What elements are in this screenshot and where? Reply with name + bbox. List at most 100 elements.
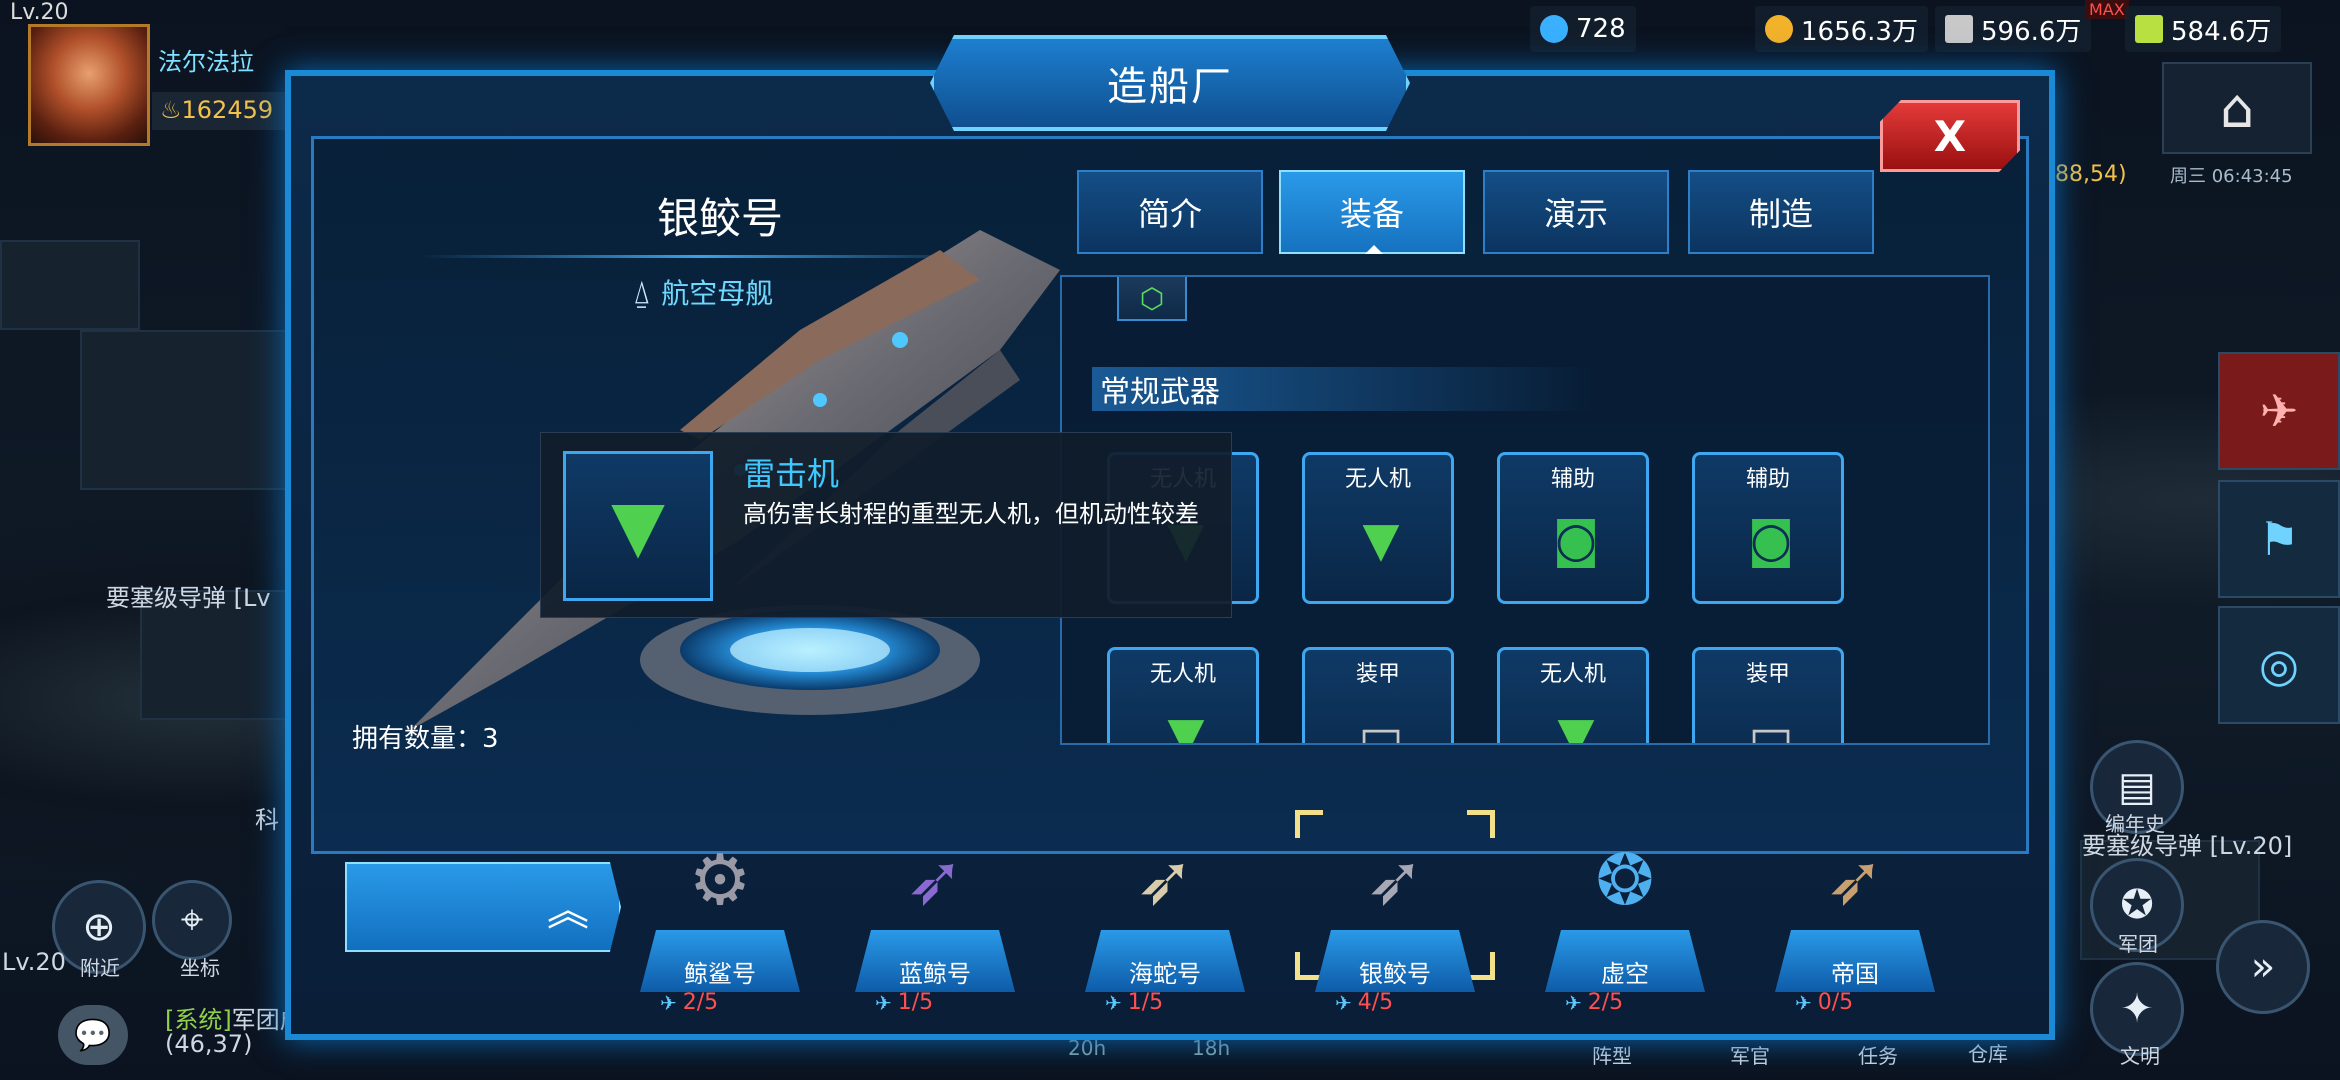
home-icon: ⌂: [2219, 76, 2255, 140]
auxiliary-module-icon: ◙: [1552, 512, 1600, 568]
tab-label: 制造: [1748, 195, 1813, 233]
slot-label: 辅助: [1745, 467, 1790, 492]
resource-value: 728: [1576, 14, 1626, 44]
ship-card[interactable]: ➶ 帝国 ✈ 0/5: [1765, 820, 1945, 1020]
warehouse-label: 仓库: [1968, 1042, 2008, 1066]
ship-card-count: ✈ 0/5: [1795, 990, 1854, 1015]
ship-icon: ✈: [2259, 384, 2299, 438]
coordinate-label: 坐标: [180, 956, 220, 980]
drone-icon: ▼: [1167, 707, 1205, 745]
equipment-slot[interactable]: 无人机 ▼: [1497, 647, 1649, 745]
chat-bubble-icon: 💬: [74, 1017, 112, 1053]
home-button[interactable]: ⌂: [2162, 62, 2312, 154]
ship-card-count: ✈ 1/5: [875, 990, 934, 1015]
ship-card-name: 海蛇号: [1129, 960, 1201, 988]
ship-thumbnail: ❂: [1595, 839, 1655, 921]
ship-card[interactable]: ➶ 海蛇号 ✈ 1/5: [1075, 820, 1255, 1020]
ship-card-name: 帝国: [1831, 960, 1879, 988]
metal-icon: [1945, 15, 1973, 43]
diamond-icon: [1540, 15, 1568, 43]
slot-label: 装甲: [1745, 662, 1790, 687]
magnifier-icon: ⊕: [82, 904, 116, 950]
ship-small-icon: ✈: [1105, 990, 1122, 1015]
player-level: Lv.20: [10, 0, 69, 25]
ship-card-name: 虚空: [1601, 960, 1649, 988]
flag-side-button[interactable]: ⚑: [2218, 480, 2340, 598]
close-icon: X: [1933, 111, 1967, 161]
resource-value: 596.6万: [1981, 16, 2082, 47]
item-tooltip: ▼ 雷击机 高伤害长射程的重型无人机，但机动性较差: [540, 432, 1232, 618]
drone-icon: ▼: [563, 451, 713, 601]
equipment-slot[interactable]: 无人机 ▼: [1107, 647, 1259, 745]
equipment-slot[interactable]: 装甲 ▭: [1302, 647, 1454, 743]
equipment-slot[interactable]: 辅助 ◙: [1497, 452, 1649, 604]
slot-label: 装甲: [1355, 662, 1400, 687]
legion-label: 军团: [2118, 932, 2158, 956]
ship-thumbnail: ➶: [1365, 839, 1425, 921]
resource-gold[interactable]: 1656.3万: [1755, 6, 1928, 52]
equipment-slot[interactable]: 辅助 ◙: [1692, 452, 1844, 604]
star-badge-icon: ✪: [2120, 882, 2154, 928]
tab-label: 装备: [1339, 195, 1404, 233]
armor-icon: ▭: [1748, 707, 1794, 745]
crystal-icon: [2135, 15, 2163, 43]
near-level: Lv.20: [2, 948, 66, 976]
history-label: 编年史: [2105, 812, 2165, 836]
slot-label: 辅助: [1550, 467, 1595, 492]
ship-card-count: ✈ 1/5: [1105, 990, 1164, 1015]
tab-demo[interactable]: 演示: [1483, 170, 1669, 254]
tooltip-description: 高伤害长射程的重型无人机，但机动性较差: [743, 500, 1199, 528]
ship-card-name: 银鲛号: [1359, 960, 1431, 988]
ship-small-icon: ✈: [1795, 990, 1812, 1015]
expand-list-button[interactable]: ︽: [345, 862, 621, 952]
game-clock: 周三 06:43:45: [2170, 166, 2293, 187]
task-label: 任务: [1858, 1044, 1898, 1068]
slot-label: 无人机: [1344, 467, 1411, 492]
tooltip-title: 雷击机: [743, 455, 840, 493]
max-badge: MAX: [2085, 0, 2129, 19]
diamond-star-icon: ✦: [2120, 986, 2154, 1032]
expand-menu-button[interactable]: »: [2216, 920, 2310, 1014]
resource-metal[interactable]: 596.6万: [1935, 6, 2092, 52]
tab-label: 演示: [1543, 195, 1608, 233]
coordinate-button[interactable]: ⌖: [152, 880, 232, 960]
tab-intro[interactable]: 简介: [1077, 170, 1263, 254]
resource-value: 584.6万: [2171, 16, 2272, 47]
ship-card-selected[interactable]: ➶ 银鲛号 ✈ 4/5: [1295, 810, 1495, 1020]
tab-build[interactable]: 制造: [1688, 170, 1874, 254]
equipment-slot[interactable]: 无人机 ▼: [1302, 452, 1454, 604]
formation-label: 阵型: [1592, 1044, 1632, 1068]
chevron-up-icon: ︽: [546, 885, 589, 935]
chat-button[interactable]: 💬: [58, 1005, 128, 1065]
slot-label: 无人机: [1539, 662, 1606, 687]
resource-diamond[interactable]: 728: [1530, 6, 1636, 52]
flag-icon: ⚑: [2258, 512, 2300, 566]
drone-icon: ⬡: [1117, 277, 1187, 321]
civilization-label: 文明: [2120, 1044, 2160, 1068]
close-button[interactable]: X: [1880, 100, 2020, 172]
radar-side-button[interactable]: ◎: [2218, 606, 2340, 724]
avatar[interactable]: [28, 24, 150, 146]
slot-label: 无人机: [1149, 662, 1216, 687]
drone-icon: ▼: [1557, 707, 1595, 745]
ship-card-count: ✈ 2/5: [660, 990, 719, 1015]
fleet-side-button[interactable]: ✈: [2218, 352, 2340, 470]
owned-count: 拥有数量：3: [352, 724, 499, 754]
system-coordinate: (46,37): [165, 1030, 253, 1058]
ship-small-icon: ✈: [1565, 990, 1582, 1015]
ship-card[interactable]: ➶ 蓝鲸号 ✈ 1/5: [845, 820, 1025, 1020]
resource-crystal[interactable]: 584.6万: [2125, 6, 2282, 52]
equipment-slot[interactable]: 装甲 ▭: [1692, 647, 1844, 745]
double-chevron-icon: »: [2250, 944, 2276, 990]
map-label-ko: 科: [255, 806, 279, 834]
ship-card-count: ✈ 2/5: [1565, 990, 1624, 1015]
officer-label: 军官: [1730, 1044, 1770, 1068]
ship-small-icon: ✈: [660, 990, 677, 1015]
tab-label: 简介: [1137, 195, 1202, 233]
ship-thumbnail: ➶: [905, 839, 965, 921]
gold-coin-icon: [1765, 15, 1793, 43]
radar-icon: ◎: [2258, 638, 2300, 692]
ship-card[interactable]: ⚙ 鲸鲨号 ✈ 2/5: [630, 820, 810, 1020]
ship-card[interactable]: ❂ 虚空 ✈ 2/5: [1535, 820, 1715, 1020]
tab-equipment[interactable]: 装备: [1279, 170, 1465, 254]
